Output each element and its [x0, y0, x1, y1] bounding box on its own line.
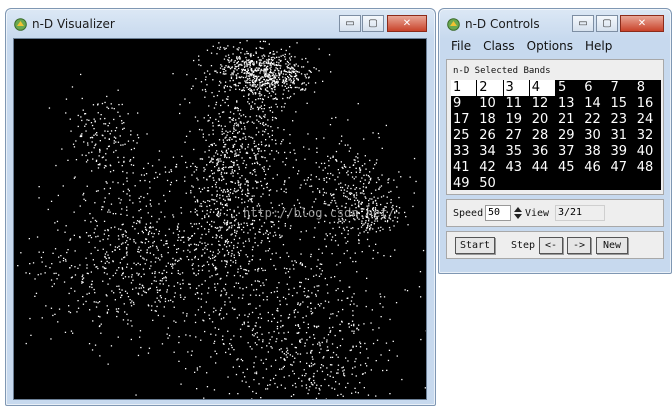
- band-42[interactable]: 42: [477, 160, 503, 176]
- band-48[interactable]: 48: [635, 160, 661, 176]
- band-28[interactable]: 28: [530, 128, 556, 144]
- visualizer-maximize-button[interactable]: ▢: [362, 15, 384, 32]
- band-grid: 1234567891011121314151617181920212223242…: [451, 80, 661, 190]
- band-43[interactable]: 43: [504, 160, 530, 176]
- speed-spinner-icon[interactable]: [513, 205, 523, 221]
- controls-window: n-D Controls ▭ ▢ ✕ File Class Options He…: [438, 8, 672, 274]
- band-1[interactable]: 1: [451, 80, 477, 96]
- band-34[interactable]: 34: [477, 144, 503, 160]
- band-24[interactable]: 24: [635, 112, 661, 128]
- band-45[interactable]: 45: [556, 160, 582, 176]
- app-logo-icon: [447, 18, 460, 31]
- band-21[interactable]: 21: [556, 112, 582, 128]
- band-15[interactable]: 15: [609, 96, 635, 112]
- band-4[interactable]: 4: [530, 80, 556, 96]
- band-6[interactable]: 6: [582, 80, 608, 96]
- view-label: View: [525, 208, 549, 219]
- menu-options[interactable]: Options: [527, 39, 573, 57]
- speed-label: Speed: [453, 208, 483, 219]
- step-back-button[interactable]: <-: [539, 237, 563, 254]
- band-27[interactable]: 27: [504, 128, 530, 144]
- menu-file[interactable]: File: [451, 39, 471, 57]
- visualizer-minimize-button[interactable]: ▭: [339, 15, 361, 32]
- scatter-plot-area[interactable]: [13, 38, 427, 400]
- band-47[interactable]: 47: [609, 160, 635, 176]
- app-logo-icon: [14, 18, 27, 31]
- band-46[interactable]: 46: [582, 160, 608, 176]
- speed-input[interactable]: 50: [485, 205, 511, 221]
- band-9[interactable]: 9: [451, 96, 477, 112]
- scatter-plot: [14, 39, 426, 399]
- band-44[interactable]: 44: [530, 160, 556, 176]
- band-17[interactable]: 17: [451, 112, 477, 128]
- band-35[interactable]: 35: [504, 144, 530, 160]
- band-40[interactable]: 40: [635, 144, 661, 160]
- step-label: Step: [511, 240, 535, 251]
- visualizer-close-button[interactable]: ✕: [387, 15, 427, 32]
- band-11[interactable]: 11: [504, 96, 530, 112]
- band-29[interactable]: 29: [556, 128, 582, 144]
- controls-title: n-D Controls: [465, 17, 540, 31]
- controls-menubar: File Class Options Help: [445, 39, 671, 57]
- band-19[interactable]: 19: [504, 112, 530, 128]
- band-50[interactable]: 50: [477, 176, 503, 192]
- view-value: 3/21: [555, 205, 605, 221]
- band-39[interactable]: 39: [609, 144, 635, 160]
- visualizer-title: n-D Visualizer: [32, 17, 115, 31]
- step-forward-button[interactable]: ->: [567, 237, 591, 254]
- band-41[interactable]: 41: [451, 160, 477, 176]
- band-10[interactable]: 10: [477, 96, 503, 112]
- start-button[interactable]: Start: [455, 237, 495, 254]
- band-23[interactable]: 23: [609, 112, 635, 128]
- band-2[interactable]: 2: [477, 80, 503, 96]
- band-12[interactable]: 12: [530, 96, 556, 112]
- controls-maximize-button[interactable]: ▢: [596, 15, 618, 32]
- controls-minimize-button[interactable]: ▭: [572, 15, 594, 32]
- band-33[interactable]: 33: [451, 144, 477, 160]
- selected-bands-label: n-D Selected Bands: [453, 66, 551, 76]
- band-8[interactable]: 8: [635, 80, 661, 96]
- band-3[interactable]: 3: [504, 80, 530, 96]
- band-16[interactable]: 16: [635, 96, 661, 112]
- selected-bands-panel: n-D Selected Bands 123456789101112131415…: [446, 59, 664, 195]
- band-38[interactable]: 38: [582, 144, 608, 160]
- band-7[interactable]: 7: [609, 80, 635, 96]
- menu-help[interactable]: Help: [585, 39, 612, 57]
- band-26[interactable]: 26: [477, 128, 503, 144]
- band-37[interactable]: 37: [556, 144, 582, 160]
- band-5[interactable]: 5: [556, 80, 582, 96]
- controls-close-button[interactable]: ✕: [620, 15, 664, 32]
- new-button[interactable]: New: [596, 237, 628, 254]
- band-25[interactable]: 25: [451, 128, 477, 144]
- visualizer-window: n-D Visualizer ▭ ▢ ✕: [5, 8, 436, 406]
- band-13[interactable]: 13: [556, 96, 582, 112]
- band-14[interactable]: 14: [582, 96, 608, 112]
- band-32[interactable]: 32: [635, 128, 661, 144]
- menu-class[interactable]: Class: [483, 39, 515, 57]
- band-49[interactable]: 49: [451, 176, 477, 192]
- band-22[interactable]: 22: [582, 112, 608, 128]
- speed-view-panel: Speed 50 View 3/21: [446, 199, 664, 227]
- band-30[interactable]: 30: [582, 128, 608, 144]
- band-20[interactable]: 20: [530, 112, 556, 128]
- band-36[interactable]: 36: [530, 144, 556, 160]
- band-31[interactable]: 31: [609, 128, 635, 144]
- playback-panel: Start Step <- -> New: [446, 231, 664, 259]
- band-18[interactable]: 18: [477, 112, 503, 128]
